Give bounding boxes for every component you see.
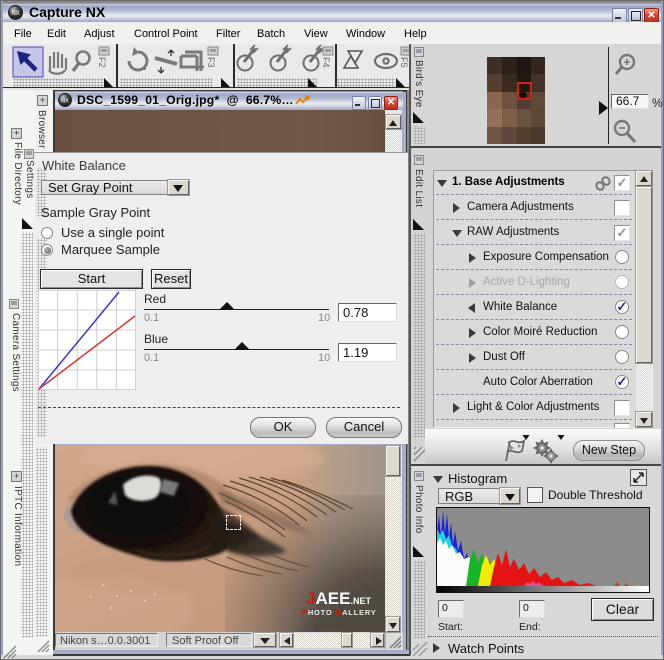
svg-text:NX: NX bbox=[11, 11, 19, 17]
svg-text:NX: NX bbox=[61, 99, 69, 105]
